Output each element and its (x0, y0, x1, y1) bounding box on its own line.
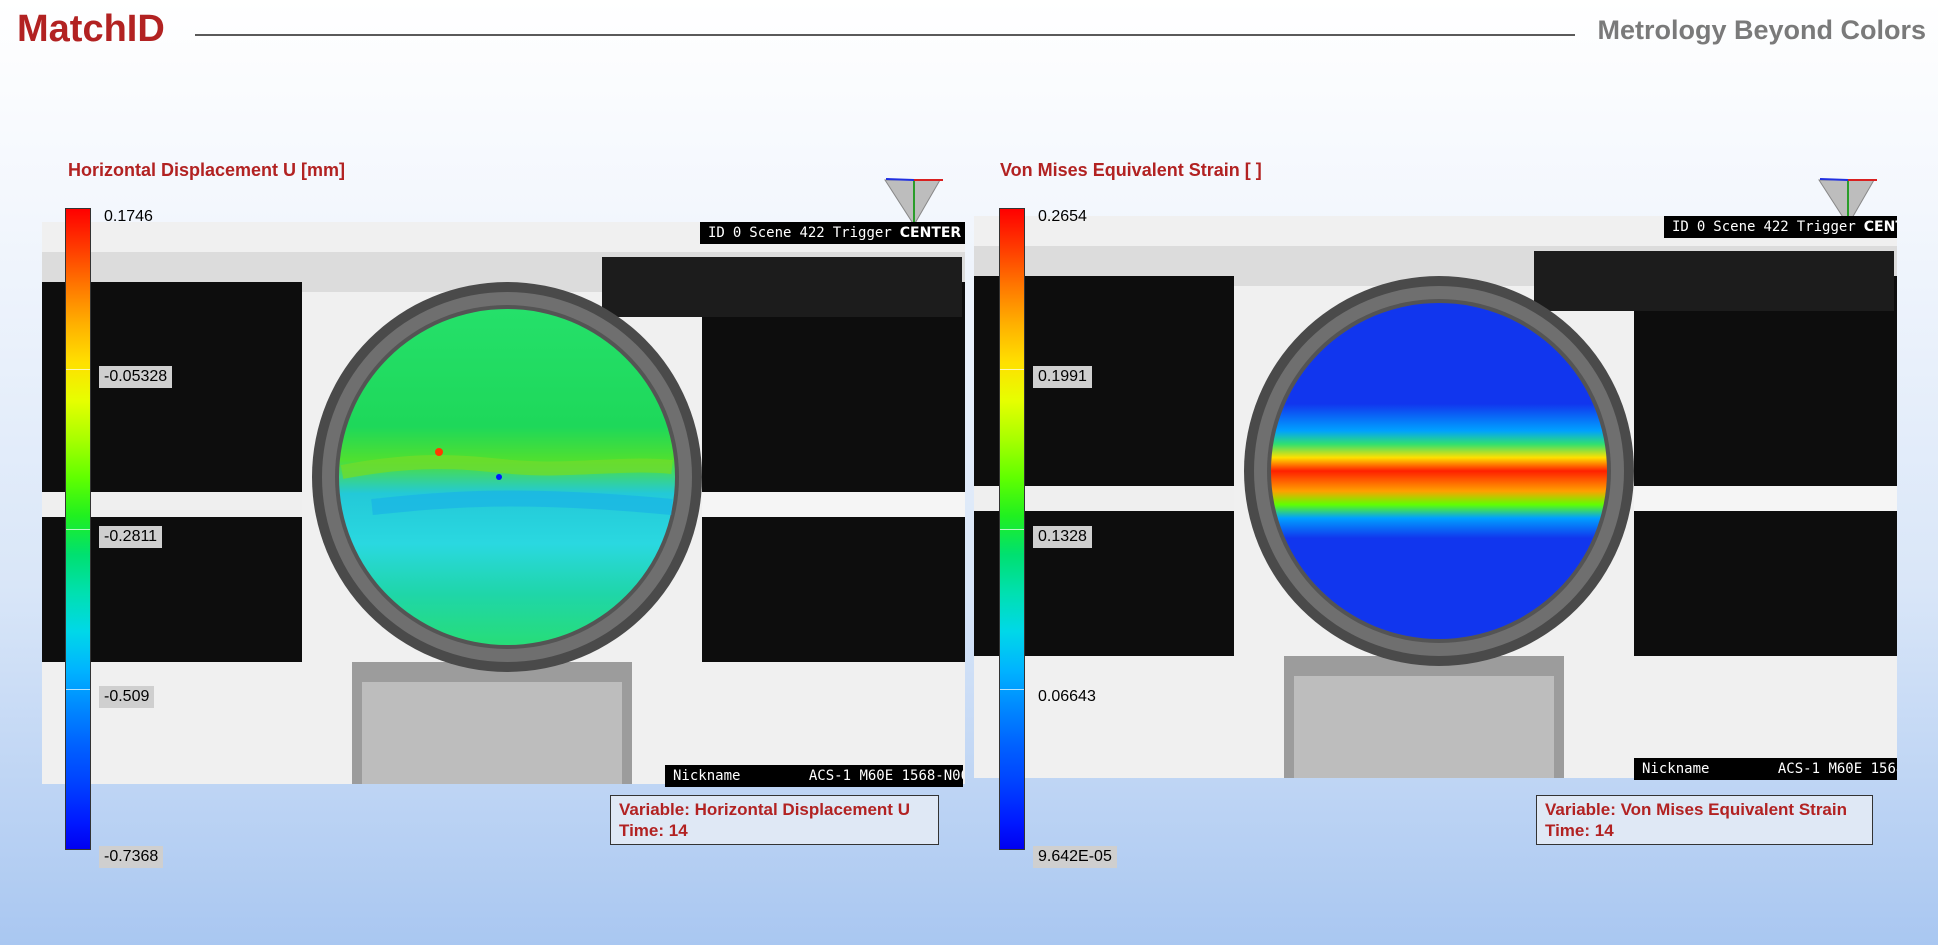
brand-tagline: Metrology Beyond Colors (1597, 15, 1926, 45)
nickname-label: Nickname (673, 768, 741, 784)
colorbar-label-min: -0.7368 (99, 846, 164, 868)
info-trigger-value: CENT (1863, 219, 1897, 235)
nickname-strip: Nickname ACS-1 M60E 1568-N006 (665, 765, 963, 787)
colorbar-tick (1000, 529, 1024, 530)
displacement-panel: Horizontal Displacement U [mm] ID 0 Scen… (40, 150, 965, 890)
colorbar-label: -0.509 (99, 686, 155, 708)
info-id-value: 0 (1696, 219, 1706, 235)
panel-title: Von Mises Equivalent Strain [ ] (1000, 160, 1262, 180)
view-info-strip: ID0Scene422TriggerCENTERT (700, 222, 965, 244)
header-divider (195, 34, 1575, 36)
info-id-value: 0 (732, 225, 742, 241)
variable-name: Variable: Horizontal Displacement U (619, 800, 910, 819)
variable-time: Time: 14 (1545, 821, 1614, 840)
nickname-value: ACS-1 M60E 1568- (1777, 761, 1897, 777)
colorbar-label: -0.05328 (99, 366, 173, 388)
strain-camera-view[interactable] (974, 216, 1897, 778)
colorbar-label: 0.06643 (1038, 688, 1096, 705)
colorbar-label-max: 0.2654 (1038, 208, 1087, 225)
nickname-strip: Nickname ACS-1 M60E 1568- (1634, 758, 1897, 780)
info-scene-label: Scene (1713, 219, 1756, 235)
colorbar-label: 0.1991 (1033, 366, 1092, 388)
variable-name: Variable: Von Mises Equivalent Strain (1545, 800, 1847, 819)
colorbar-label: 0.1328 (1033, 526, 1092, 548)
info-scene-label: Scene (749, 225, 792, 241)
info-trigger-label: Trigger (832, 225, 892, 241)
variable-info-box: Variable: Von Mises Equivalent Strain Ti… (1536, 795, 1873, 845)
info-scene-value: 422 (799, 225, 825, 241)
info-trigger-label: Trigger (1796, 219, 1856, 235)
nickname-value: ACS-1 M60E 1568-N006 (808, 768, 963, 784)
strain-colorbar (999, 208, 1025, 850)
brand-logo: MatchID (17, 8, 165, 50)
variable-time: Time: 14 (619, 821, 688, 840)
displacement-camera-view[interactable] (42, 222, 965, 784)
view-info-strip: ID 0 Scene 422 Trigger CENT (1664, 216, 1897, 238)
colorbar-tick (1000, 689, 1024, 690)
info-id-label: ID (708, 225, 725, 241)
colorbar-tick (1000, 369, 1024, 370)
displacement-colorbar (65, 208, 91, 850)
panel-title: Horizontal Displacement U [mm] (68, 160, 346, 180)
info-id-label: ID (1672, 219, 1689, 235)
colorbar-label-max: 0.1746 (104, 208, 153, 225)
colorbar-tick (66, 689, 90, 690)
nickname-label: Nickname (1642, 761, 1710, 777)
info-scene-value: 422 (1763, 219, 1789, 235)
info-trigger-value: CENTER (899, 225, 962, 241)
colorbar-label-min: 9.642E-05 (1033, 846, 1117, 868)
colorbar-label: -0.2811 (99, 526, 163, 548)
colorbar-tick (66, 529, 90, 530)
strain-panel: Von Mises Equivalent Strain [ ] ID 0 Sce… (972, 150, 1897, 890)
colorbar-tick (66, 369, 90, 370)
variable-info-box: Variable: Horizontal Displacement U Time… (610, 795, 939, 845)
app-header: MatchID Metrology Beyond Colors (0, 0, 1938, 70)
